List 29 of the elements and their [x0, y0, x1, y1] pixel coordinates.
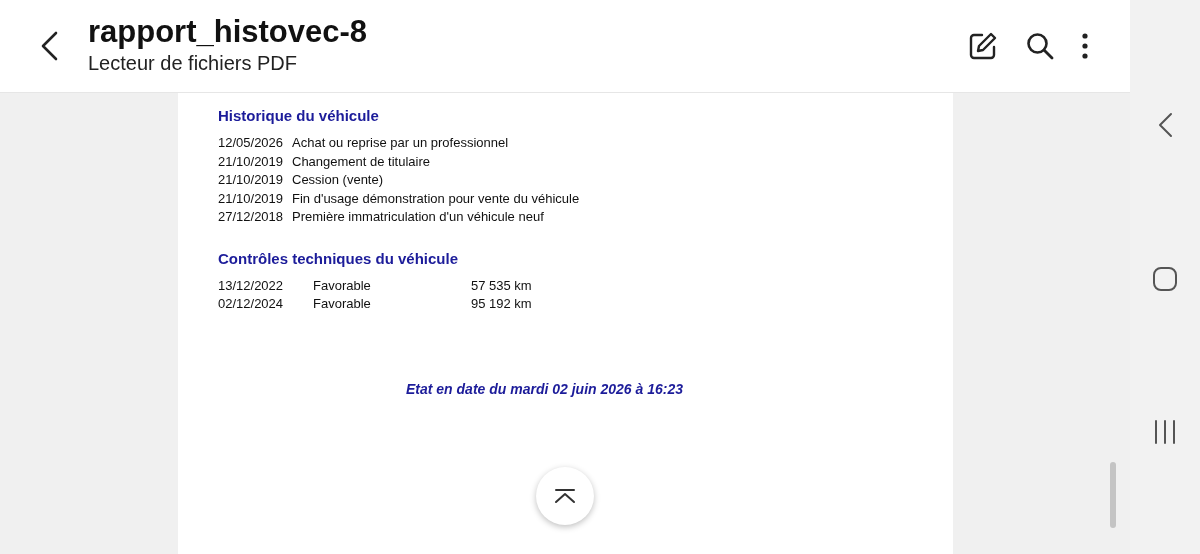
back-icon[interactable] — [1157, 112, 1173, 138]
date-text: 13/12/2022 — [218, 276, 285, 295]
result-text: Favorable — [313, 295, 372, 313]
event-text: Changement de titulaire — [292, 152, 431, 171]
document-title: rapport_histovec-8 — [88, 13, 369, 50]
search-icon[interactable] — [1026, 32, 1054, 60]
event-text: Cession (vente) — [292, 171, 384, 189]
result-text: Favorable — [313, 276, 372, 295]
more-icon[interactable] — [1082, 33, 1088, 59]
section-heading: Historique du véhicule — [218, 106, 380, 126]
app-subtitle: Lecteur de fichiers PDF — [88, 51, 298, 75]
scroll-to-top-icon — [554, 488, 576, 504]
date-text: 02/12/2024 — [218, 295, 285, 313]
recent-apps-icon[interactable] — [1153, 420, 1177, 444]
date-text: 21/10/2019 — [218, 152, 285, 171]
event-text: Achat ou reprise par un professionnel — [292, 134, 509, 152]
edit-icon[interactable] — [968, 31, 998, 61]
home-icon[interactable] — [1152, 266, 1178, 292]
mileage-text: 95 192 km — [471, 295, 532, 313]
date-text: 21/10/2019 — [218, 189, 285, 208]
date-text: 27/12/2018 — [218, 208, 285, 226]
section-heading: Contrôles techniques du véhicule — [218, 248, 460, 269]
status-date-text: Etat en date du mardi 02 juin 2026 à 16:23 — [406, 380, 684, 397]
scrollbar-thumb[interactable] — [1110, 462, 1116, 528]
event-text: Première immatriculation d'un véhicule neuf — [292, 208, 544, 226]
date-text: 12/05/2026 — [218, 134, 285, 152]
date-text: 21/10/2019 — [218, 171, 285, 189]
mileage-text: 57 535 km — [471, 276, 532, 295]
event-text: Fin d'usage démonstration pour vente du véhicule — [292, 189, 580, 208]
